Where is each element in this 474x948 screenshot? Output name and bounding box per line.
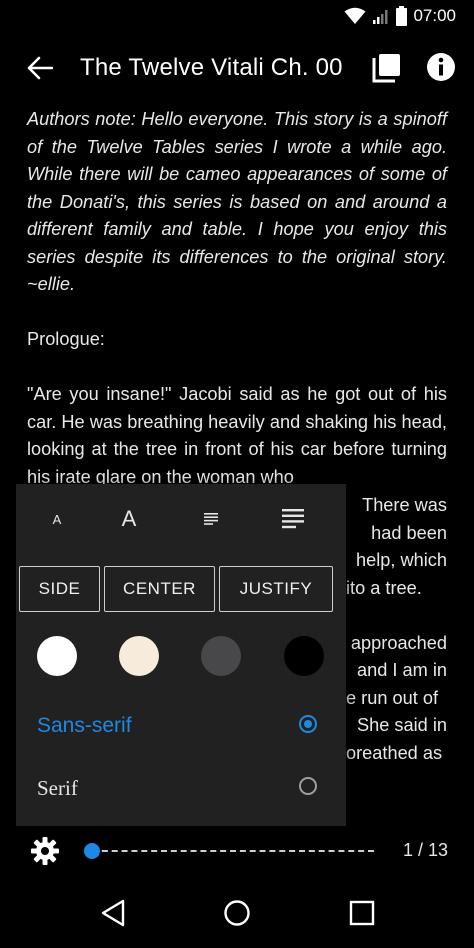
partial-line: There was bbox=[362, 495, 447, 515]
slider-thumb[interactable] bbox=[84, 843, 100, 859]
partial-line: oreathed as bbox=[346, 742, 443, 763]
font-option-label: Sans-serif bbox=[37, 714, 132, 737]
partial-line: She said in bbox=[357, 715, 447, 735]
recents-square-icon bbox=[349, 900, 375, 926]
partial-text-column: There was had been help, which ito a tre… bbox=[346, 492, 447, 767]
font-option-sans-serif[interactable]: Sans-serif bbox=[16, 696, 346, 756]
radio-unselected-icon[interactable] bbox=[299, 777, 317, 795]
small-a-label: A bbox=[52, 511, 62, 527]
nav-home-button[interactable] bbox=[220, 896, 254, 930]
large-a-label: A bbox=[121, 506, 137, 531]
chapter-content: Authors note: Hello everyone. This story… bbox=[27, 106, 447, 519]
page-indicator: 1 / 13 bbox=[402, 840, 448, 860]
home-circle-icon bbox=[224, 900, 250, 926]
wifi-icon bbox=[344, 7, 366, 24]
nav-back-button[interactable] bbox=[96, 896, 130, 930]
signal-icon bbox=[373, 10, 388, 24]
decrease-text-size-button[interactable]: A bbox=[16, 484, 98, 554]
copy-icon bbox=[372, 54, 400, 83]
status-time: 07:00 bbox=[413, 6, 456, 25]
increase-line-spacing-button[interactable] bbox=[252, 484, 334, 554]
gear-icon bbox=[31, 837, 59, 865]
partial-line: ito a tree. bbox=[346, 577, 422, 598]
back-button[interactable] bbox=[24, 54, 56, 82]
font-option-serif[interactable]: Serif bbox=[16, 758, 346, 818]
partial-line: had been bbox=[371, 522, 447, 543]
theme-gray-swatch[interactable] bbox=[201, 636, 241, 676]
partial-line: and I am in bbox=[357, 660, 447, 680]
author-note: Authors note: Hello everyone. This story… bbox=[27, 109, 447, 294]
status-icons: 07:00 bbox=[344, 6, 456, 26]
decrease-line-spacing-button[interactable] bbox=[170, 484, 252, 554]
copy-button[interactable] bbox=[372, 52, 404, 84]
align-justify-button[interactable]: JUSTIFY bbox=[219, 566, 333, 612]
chapter-title: The Twelve Vitali Ch. 00 bbox=[80, 54, 343, 81]
font-option-label: Serif bbox=[37, 776, 78, 800]
page-slider[interactable] bbox=[84, 842, 376, 860]
back-triangle-icon bbox=[101, 899, 125, 927]
increase-text-size-button[interactable]: A bbox=[88, 484, 170, 554]
status-bar: 07:00 bbox=[0, 0, 474, 32]
story-paragraph: "Are you insane!" Jacobi said as he got … bbox=[27, 384, 447, 487]
partial-line: approached bbox=[350, 632, 447, 653]
info-icon bbox=[427, 53, 455, 81]
radio-selected-icon[interactable] bbox=[299, 715, 317, 733]
alignment-segment: SIDE CENTER JUSTIFY bbox=[19, 566, 333, 614]
nav-recents-button[interactable] bbox=[345, 896, 379, 930]
theme-black-swatch[interactable] bbox=[284, 636, 324, 676]
system-nav-bar bbox=[0, 876, 474, 948]
app-bar: The Twelve Vitali Ch. 00 bbox=[0, 32, 474, 104]
line-spacing-large-icon bbox=[282, 509, 304, 529]
partial-line: e run out of bbox=[346, 687, 439, 708]
theme-color-row bbox=[16, 636, 346, 680]
info-button[interactable] bbox=[426, 52, 456, 82]
partial-line: help, which bbox=[356, 550, 447, 570]
reader-bottom-bar: 1 / 13 bbox=[0, 826, 474, 876]
theme-sepia-swatch[interactable] bbox=[119, 636, 159, 676]
align-center-button[interactable]: CENTER bbox=[104, 566, 215, 612]
reading-settings-panel: A A SIDE CENTER JUSTIFY Sans-serif Serif bbox=[16, 484, 346, 826]
battery-icon bbox=[396, 6, 408, 26]
line-spacing-small-icon bbox=[204, 513, 218, 525]
settings-button[interactable] bbox=[30, 836, 60, 866]
theme-white-swatch[interactable] bbox=[37, 636, 77, 676]
prologue-heading: Prologue: bbox=[27, 329, 105, 349]
slider-track bbox=[92, 850, 374, 852]
back-arrow-icon bbox=[27, 56, 53, 80]
text-size-row: A A bbox=[16, 484, 346, 554]
align-side-button[interactable]: SIDE bbox=[19, 566, 100, 612]
